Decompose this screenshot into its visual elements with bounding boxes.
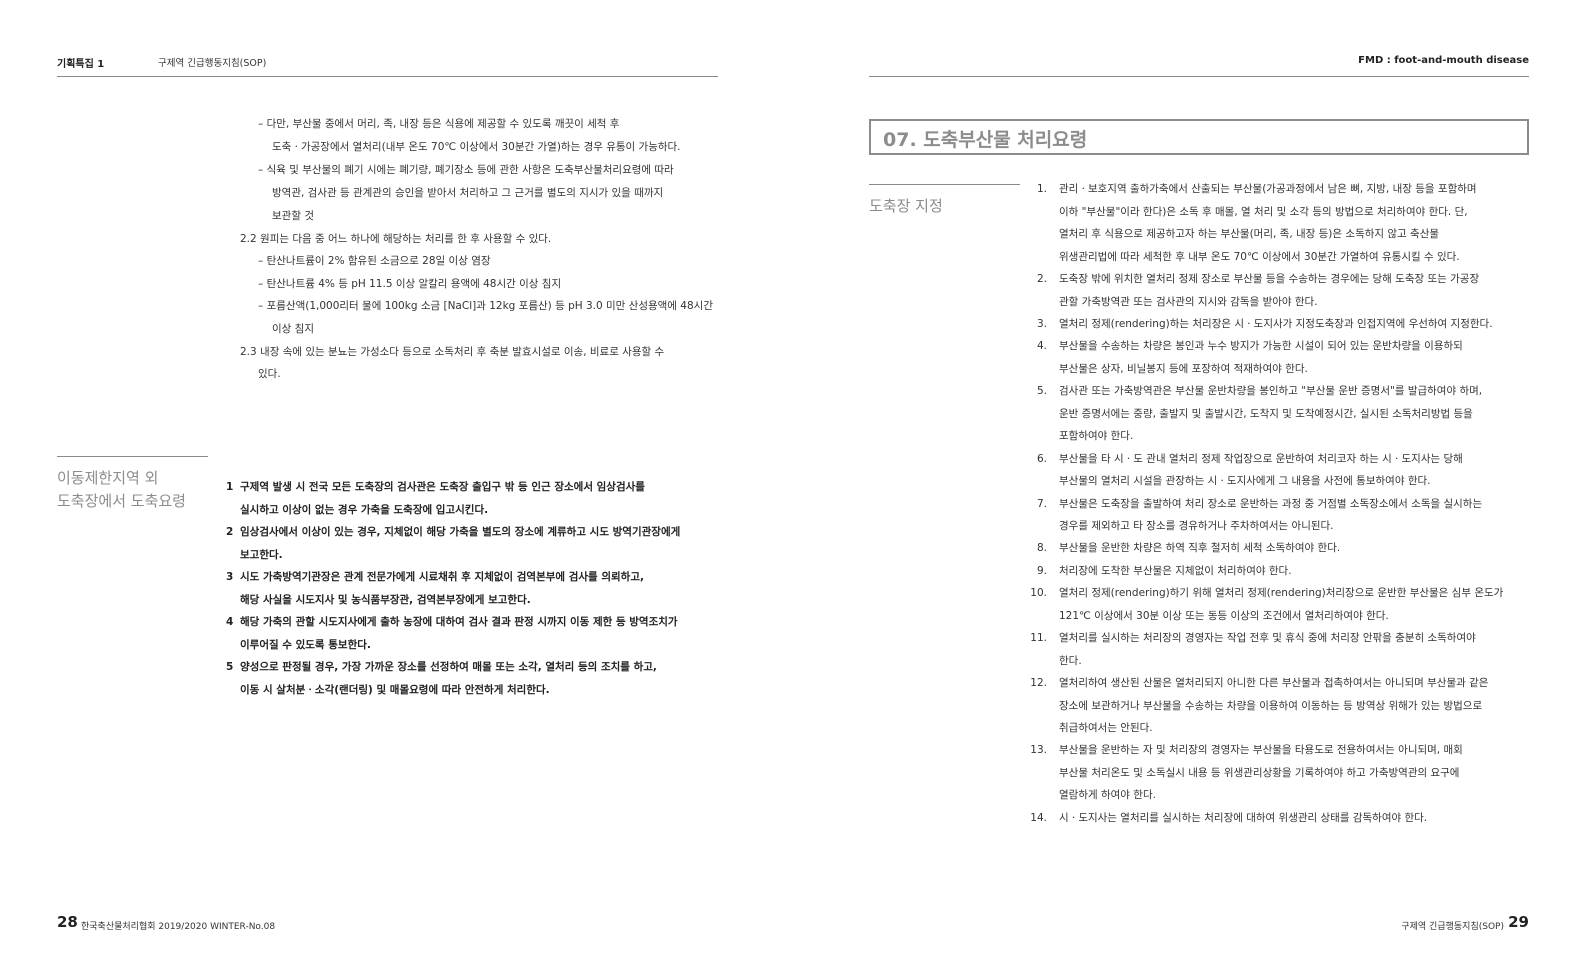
text-line: – 탄산나트륨이 2% 함유된 소금으로 28일 이상 염장 — [258, 255, 491, 267]
list-item-number: 3 — [226, 571, 234, 583]
text-line: 2.2 원피는 다음 중 어느 하나에 해당하는 처리를 한 후 사용할 수 있… — [240, 233, 552, 245]
list-item-line: 열처리를 실시하는 처리장의 경영자는 작업 전후 및 휴식 중에 처리장 안팎… — [1059, 632, 1476, 644]
list-item-number: 2. — [1036, 273, 1047, 285]
right-header-rule — [869, 76, 1529, 77]
list-item-line: 관할 가축방역관 또는 검사관의 지시와 감독을 받아야 한다. — [1059, 296, 1318, 308]
list-item-line: 검사관 또는 가축방역관은 부산물 운반차량을 봉인하고 "부산물 운반 증명서… — [1059, 385, 1483, 397]
list-item-line: 취급하여서는 안된다. — [1059, 722, 1153, 734]
right-side-heading-rule — [869, 184, 1020, 185]
list-item-line: 121℃ 이상에서 30분 이상 또는 동등 이상의 조건에서 열처리하여야 한… — [1059, 610, 1389, 622]
list-item-line: 부산물을 타 시ㆍ도 관내 열처리 정제 작업장으로 운반하여 처리코자 하는 … — [1059, 453, 1463, 465]
section-title-box: 07. 도축부산물 처리요령 — [869, 119, 1529, 155]
list-item-line: 운반 증명서에는 중량, 출발지 및 출발시간, 도착지 및 도착예정시간, 실… — [1059, 408, 1473, 420]
text-line: – 포름산액(1,000리터 물에 100kg 소금 [NaCl]과 12kg … — [258, 300, 713, 312]
list-item-number: 5 — [226, 661, 234, 673]
list-item-line: 구제역 발생 시 전국 모든 도축장의 검사관은 도축장 출입구 밖 등 인근 … — [240, 481, 645, 493]
list-item-line: 부산물은 도축장을 출발하여 처리 장소로 운반하는 과정 중 거점별 소독장소… — [1059, 498, 1483, 510]
list-item-line: 열처리 후 식용으로 제공하고자 하는 부산물(머리, 족, 내장 등)은 소독… — [1059, 228, 1440, 240]
list-item-line: 열처리하여 생산된 산물은 열처리되지 아니한 다른 부산물과 접촉하여서는 아… — [1059, 677, 1489, 689]
text-line: 방역관, 검사관 등 관계관의 승인을 받아서 처리하고 그 근거를 별도의 지… — [272, 187, 664, 199]
list-item-number: 5. — [1036, 385, 1047, 397]
list-item-number: 8. — [1036, 542, 1047, 554]
left-header-title: 기획특집 1 — [57, 59, 105, 70]
left-header-subtitle: 구제역 긴급행동지침(SOP) — [158, 58, 267, 69]
text-line: – 탄산나트륨 4% 등 pH 11.5 이상 알칼리 용액에 48시간 이상 … — [258, 278, 562, 290]
list-item-line: 장소에 보관하거나 부산물을 수송하는 차량을 이용하여 이동하는 등 방역상 … — [1059, 700, 1483, 712]
right-page-number: 29 — [1508, 913, 1529, 931]
section-title: 07. 도축부산물 처리요령 — [883, 129, 1088, 151]
text-line: 보관할 것 — [272, 210, 314, 222]
list-item-line: 관리ㆍ보호지역 출하가축에서 산출되는 부산물(가공과정에서 남은 뼈, 지방,… — [1059, 183, 1477, 195]
list-item-number: 10. — [1030, 587, 1047, 599]
list-item-line: 처리장에 도착한 부산물은 지체없이 처리하여야 한다. — [1059, 565, 1292, 577]
list-item-number: 1. — [1036, 183, 1047, 195]
list-item-number: 13. — [1030, 744, 1047, 756]
list-item-number: 3. — [1036, 318, 1047, 330]
list-item-number: 4 — [226, 616, 234, 628]
list-item-line: 도축장 밖에 위치한 열처리 정제 장소로 부산물 등을 수송하는 경우에는 당… — [1059, 273, 1480, 285]
list-item-line: 해당 가축의 관할 시도지사에게 출하 농장에 대하여 검사 결과 판정 시까지… — [240, 616, 678, 628]
list-item-line: 양성으로 판정될 경우, 가장 가까운 장소를 선정하여 매몰 또는 소각, 열… — [240, 661, 657, 673]
list-item-line: 부산물을 수송하는 차량은 봉인과 누수 방지가 가능한 시설이 되어 있는 운… — [1059, 340, 1463, 352]
side-heading-rule — [57, 456, 208, 457]
list-item-number: 9. — [1036, 565, 1047, 577]
list-item-line: 부산물을 운반한 차량은 하역 직후 철저히 세척 소독하여야 한다. — [1059, 542, 1341, 554]
list-item-line: 열처리 정제(rendering)하기 위해 열처리 정제(rendering)… — [1059, 587, 1504, 599]
list-item-line: 부산물은 상자, 비닐봉지 등에 포장하여 적재하여야 한다. — [1059, 363, 1308, 375]
list-item-line: 시ㆍ도지사는 열처리를 실시하는 처리장에 대하여 위생관리 상태를 감독하여야… — [1059, 812, 1428, 824]
list-item-line: 경우를 제외하고 타 장소를 경유하거나 주차하여서는 아니된다. — [1059, 520, 1334, 532]
list-item-line: 부산물의 열처리 시설을 관장하는 시ㆍ도지사에게 그 내용을 사전에 통보하여… — [1059, 475, 1431, 487]
list-item-number: 6. — [1036, 453, 1047, 465]
text-line: 있다. — [258, 368, 281, 380]
text-line: – 식육 및 부산물의 폐기 시에는 폐기량, 폐기장소 등에 관한 사항은 도… — [258, 164, 674, 176]
list-item-line: 해당 사실을 시도지사 및 농식품부장관, 검역본부장에게 보고한다. — [240, 594, 531, 606]
list-item-number: 11. — [1030, 632, 1047, 644]
list-item-number: 12. — [1030, 677, 1047, 689]
left-page-number: 28 — [57, 913, 78, 931]
left-header-rule — [57, 76, 718, 77]
list-item-line: 열처리 정제(rendering)하는 처리장은 시ㆍ도지사가 지정도축장과 인… — [1059, 318, 1493, 330]
list-item-line: 보고한다. — [240, 549, 283, 561]
right-footer-text: 구제역 긴급행동지침(SOP) — [1401, 922, 1504, 932]
list-item-line: 이루어질 수 있도록 통보한다. — [240, 639, 371, 651]
list-item-line: 한다. — [1059, 655, 1082, 667]
list-item-line: 포함하여야 한다. — [1059, 430, 1134, 442]
side-heading-line-2: 도축장에서 도축요령 — [57, 492, 186, 510]
list-item-line: 이동 시 살처분ㆍ소각(랜더링) 및 매몰요령에 따라 안전하게 처리한다. — [240, 684, 550, 696]
list-item-number: 7. — [1036, 498, 1047, 510]
list-item-line: 위생관리법에 따라 세척한 후 내부 온도 70℃ 이상에서 30분간 가열하여… — [1059, 251, 1460, 263]
left-footer-text: 한국축산물처리협회 2019/2020 WINTER-No.08 — [81, 922, 276, 932]
list-item-line: 이하 "부산물"이라 한다)은 소독 후 매몰, 열 처리 및 소각 등의 방법… — [1059, 206, 1468, 218]
list-item-line: 시도 가축방역기관장은 관계 전문가에게 시료채취 후 지체없이 검역본부에 검… — [240, 571, 644, 583]
side-heading-line-1: 이동제한지역 외 — [57, 469, 159, 487]
list-item-number: 2 — [226, 526, 234, 538]
text-line: – 다만, 부산물 중에서 머리, 족, 내장 등은 식용에 제공할 수 있도록… — [258, 118, 620, 130]
list-item-number: 14. — [1030, 812, 1047, 824]
list-item-line: 열람하게 하여야 한다. — [1059, 789, 1156, 801]
right-header-title: FMD : foot-and-mouth disease — [1358, 55, 1529, 66]
list-item-line: 실시하고 이상이 없는 경우 가축을 도축장에 입고시킨다. — [240, 504, 489, 516]
list-item-line: 임상검사에서 이상이 있는 경우, 지체없이 해당 가축을 별도의 장소에 계류… — [240, 526, 681, 538]
list-item-number: 4. — [1036, 340, 1047, 352]
right-side-heading: 도축장 지정 — [869, 197, 943, 215]
text-line: 도축ㆍ가공장에서 열처리(내부 온도 70℃ 이상에서 30분간 가열)하는 경… — [272, 141, 681, 153]
text-line: 2.3 내장 속에 있는 분뇨는 가성소다 등으로 소독처리 후 축분 발효시설… — [240, 346, 665, 358]
list-item-line: 부산물 처리온도 및 소독실시 내용 등 위생관리상황을 기록하여야 하고 가축… — [1059, 767, 1460, 779]
text-line: 이상 침지 — [272, 323, 314, 335]
list-item-line: 부산물을 운반하는 자 및 처리장의 경영자는 부산물을 타용도로 전용하여서는… — [1059, 744, 1463, 756]
list-item-number: 1 — [226, 481, 234, 493]
